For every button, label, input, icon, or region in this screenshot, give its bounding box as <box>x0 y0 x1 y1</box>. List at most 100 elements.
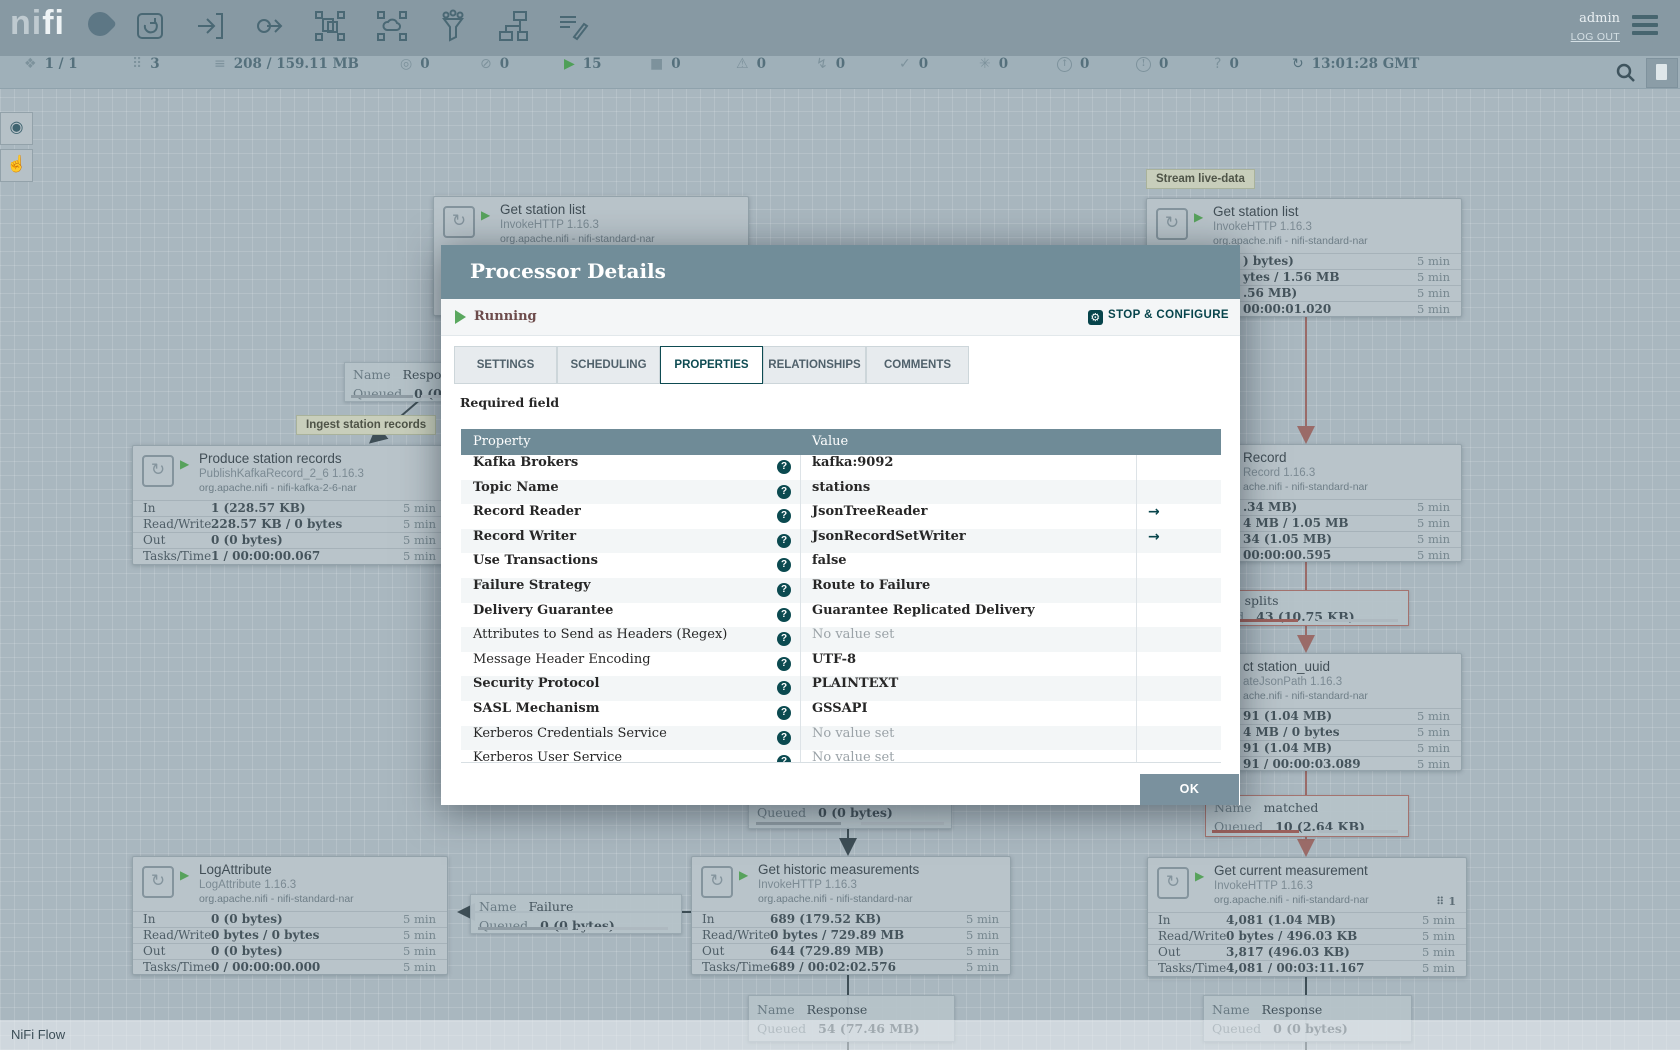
tab-properties[interactable]: PROPERTIES <box>660 346 763 384</box>
processor-get-current-measurement[interactable]: ↻ ▶ Get current measurement InvokeHTTP 1… <box>1147 857 1467 977</box>
locally-modified-status: ✳ 0 <box>979 56 1009 72</box>
logout-link[interactable]: LOG OUT <box>1571 31 1620 43</box>
help-icon[interactable]: ? <box>777 706 791 720</box>
locally-modified-stale-icon: ! <box>1136 57 1151 72</box>
refresh-status[interactable]: ↻ 13:01:28 GMT <box>1292 56 1419 88</box>
go-to-service-icon[interactable]: → <box>1148 529 1160 545</box>
processor-toolbar-icon[interactable] <box>133 9 171 47</box>
output-port-toolbar-icon[interactable] <box>253 9 291 47</box>
property-row[interactable]: Message Header Encoding? UTF-8 <box>461 651 1221 678</box>
invalid-status: ⚠ 0 <box>736 56 766 72</box>
label-toolbar-icon[interactable] <box>556 9 594 47</box>
property-row[interactable]: Security Protocol? PLAINTEXT <box>461 676 1221 702</box>
property-row[interactable]: Kerberos User Service? No value set <box>461 750 1221 762</box>
help-icon[interactable]: ? <box>777 583 791 597</box>
help-icon[interactable]: ? <box>777 484 791 499</box>
help-icon[interactable]: ? <box>777 460 791 474</box>
properties-table: Property Value Kafka Brokers? kafka:9092 T… <box>461 429 1221 763</box>
processor-details-dialog: Processor Details Running ⚙ STOP & CONFIG… <box>441 245 1240 805</box>
funnel-toolbar-icon[interactable] <box>436 9 474 47</box>
transmitting-icon: ◎ <box>400 56 413 72</box>
property-row[interactable]: Record Reader? JsonTreeReader → <box>461 504 1221 530</box>
cluster-icon: ❖ <box>24 56 37 72</box>
property-row[interactable]: Delivery Guarantee? Guarantee Replicated … <box>461 602 1221 629</box>
refresh-icon: ↻ <box>1292 56 1304 72</box>
breadcrumb[interactable]: NiFi Flow <box>11 1027 65 1042</box>
remote-process-group-toolbar-icon[interactable] <box>375 9 413 47</box>
input-port-toolbar-icon[interactable] <box>193 9 231 47</box>
run-status-text: Running <box>474 309 537 324</box>
help-icon[interactable]: ? <box>777 681 791 696</box>
processor-icon: ↻ <box>701 866 733 898</box>
process-group-toolbar-icon[interactable] <box>313 9 351 47</box>
processor-name: Get current measurement <box>1214 863 1368 878</box>
help-icon[interactable]: ? <box>777 607 791 622</box>
stale-status: ↑ 0 <box>1057 56 1089 88</box>
stat-row: In 0 (0 bytes) 5 min <box>133 911 447 928</box>
canvas-label[interactable]: Stream live-data <box>1146 169 1255 189</box>
help-icon[interactable]: ? <box>777 509 791 524</box>
property-row[interactable]: Attributes to Send as Headers (Regex)? No… <box>461 627 1221 653</box>
help-icon[interactable]: ? <box>777 755 791 762</box>
hand-icon: ☝ <box>6 156 27 173</box>
stat-row: Read/Write 0 bytes / 729.89 MB 5 min <box>692 927 1010 944</box>
ok-button[interactable]: OK <box>1140 774 1239 805</box>
processor-icon: ↻ <box>142 455 174 487</box>
help-icon[interactable]: ? <box>777 656 791 671</box>
stat-row: Out 0 (0 bytes) 5 min <box>133 532 447 549</box>
tab-settings[interactable]: SETTINGS <box>454 346 557 384</box>
tab-scheduling[interactable]: SCHEDULING <box>557 346 660 384</box>
navigate-palette-button[interactable]: ◉ <box>0 112 33 145</box>
stat-row: Tasks/Time 689 / 00:02:02.576 5 min <box>692 959 1010 976</box>
running-status: ▶ 15 <box>564 56 602 72</box>
tab-comments[interactable]: COMMENTS <box>866 346 969 384</box>
processor-get-historic-measurements[interactable]: ↻ ▶ Get historic measurements InvokeHTTP… <box>691 856 1011 975</box>
running-icon: ▶ <box>1194 210 1204 224</box>
property-row[interactable]: Kerberos Credentials Service? No value se… <box>461 725 1221 752</box>
property-row[interactable]: Failure Strategy? Route to Failure <box>461 578 1221 604</box>
property-row[interactable]: SASL Mechanism? GSSAPI <box>461 701 1221 727</box>
connection-label-failure[interactable]: Name Failure Queued 0 (0 bytes) <box>470 894 682 934</box>
panel-icon <box>1656 64 1667 80</box>
locally-modified-icon: ✳ <box>979 56 991 72</box>
app-header: nifi admin LOG OUT <box>0 0 1680 56</box>
go-to-service-icon[interactable]: → <box>1148 504 1160 520</box>
properties-table-header: Property Value <box>461 429 1221 455</box>
disabled-icon: ↯ <box>816 56 828 72</box>
processor-type: InvokeHTTP 1.16.3 <box>1214 880 1313 892</box>
stat-row: Tasks/Time 4,081 / 00:03:11.167 5 min <box>1148 960 1466 977</box>
help-icon[interactable]: ? <box>777 533 791 548</box>
birdseye-panel-button[interactable] <box>1646 58 1678 88</box>
stop-and-configure-button[interactable]: ⚙ STOP & CONFIGURE <box>1088 309 1229 325</box>
queued-status: ≡ 208 / 159.11 MB <box>214 56 359 72</box>
property-row[interactable]: Topic Name? stations <box>461 479 1221 506</box>
search-icon <box>1615 63 1637 88</box>
property-row[interactable]: Kafka Brokers? kafka:9092 <box>461 455 1221 481</box>
dialog-title: Processor Details <box>470 259 666 283</box>
not-transmitting-icon: ⊘ <box>480 56 492 72</box>
processor-name: LogAttribute <box>199 862 272 877</box>
disabled-status: ↯ 0 <box>816 56 846 72</box>
help-icon[interactable]: ? <box>777 632 791 647</box>
stat-row: Read/Write 228.57 KB / 0 bytes 5 min <box>133 516 447 533</box>
stat-row: Tasks/Time 0 / 00:00:00.000 5 min <box>133 959 447 976</box>
stat-row: Out 3,817 (496.03 KB) 5 min <box>1148 944 1466 961</box>
property-row[interactable]: Use Transactions? false <box>461 553 1221 579</box>
help-icon[interactable]: ? <box>777 558 791 573</box>
help-icon[interactable]: ? <box>777 730 791 745</box>
stat-row: In 4,081 (1.04 MB) 5 min <box>1148 912 1466 929</box>
processor-name: ct station_uuid <box>1243 659 1331 674</box>
processor-produce-station-records[interactable]: ↻ ▶ Produce station records PublishKafka… <box>132 445 448 565</box>
global-menu-button[interactable] <box>1632 15 1658 39</box>
required-field-note: Required field <box>460 395 560 410</box>
dialog-status-bar: Running ⚙ STOP & CONFIGURE <box>441 299 1240 336</box>
canvas-label[interactable]: Ingest station records <box>296 415 437 435</box>
operate-palette-button[interactable]: ☝ <box>0 149 33 182</box>
property-row[interactable]: Record Writer? JsonRecordSetWriter → <box>461 528 1221 555</box>
sync-failure-icon: ? <box>1214 56 1222 72</box>
search-button[interactable] <box>1615 62 1637 84</box>
template-toolbar-icon[interactable] <box>496 9 534 47</box>
nifi-app: ◉ ☝ Stream live-data Ingest station reco… <box>0 0 1680 1050</box>
processor-log-attribute[interactable]: ↻ ▶ LogAttribute LogAttribute 1.16.3 org… <box>132 856 448 975</box>
tab-relationships[interactable]: RELATIONSHIPS <box>763 346 866 384</box>
